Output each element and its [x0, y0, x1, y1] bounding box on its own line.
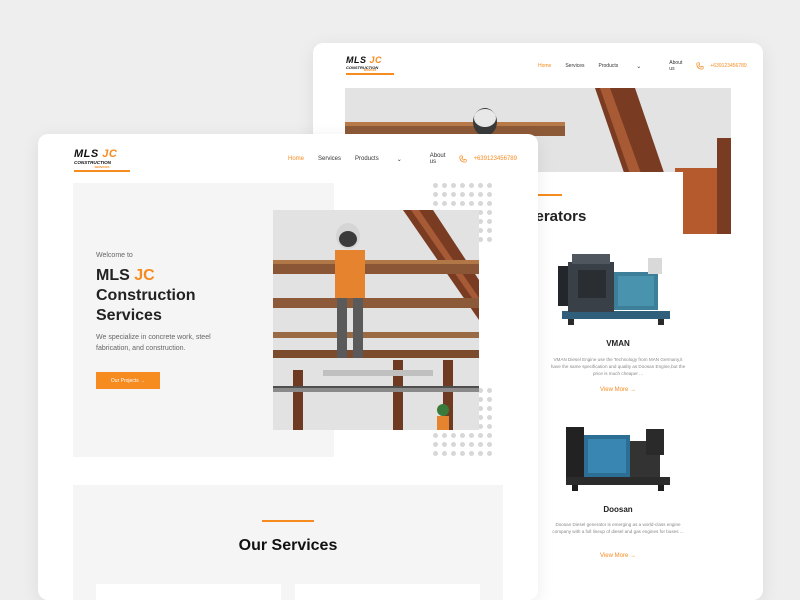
logo[interactable]: MLS JC CONSTRUCTION SERVICES — [346, 55, 394, 75]
hero-lead: We specialize in concrete work, steel fa… — [96, 334, 211, 352]
generator-doosan-image — [566, 427, 670, 491]
nav-home[interactable]: Home — [538, 63, 551, 69]
hero-title-line3: Services — [96, 307, 162, 324]
service-card[interactable] — [96, 584, 281, 600]
product-name: Doosan — [603, 505, 633, 514]
phone-number: +639123456789 — [473, 156, 517, 162]
view-more-link[interactable]: View More → — [533, 553, 703, 559]
nav-products[interactable]: Products ⌄ — [355, 156, 416, 163]
hero-title-main: MLS — [96, 267, 130, 284]
services-section: Our Services — [73, 485, 503, 600]
logo-text-accent: JC — [102, 148, 118, 161]
logo-text-accent: JC — [369, 54, 383, 65]
nav-products-label: Products — [598, 63, 619, 69]
product-name: VMAN — [606, 339, 630, 348]
chevron-down-icon: ⌄ — [396, 156, 402, 163]
home-page-preview: MLS JC CONSTRUCTION SERVICES Home Servic… — [38, 134, 538, 600]
product-description: VMAN Diesel Engine use the Technology fr… — [550, 357, 686, 377]
section-accent-line — [536, 194, 562, 196]
nav-services[interactable]: Services — [318, 156, 341, 162]
phone-number: +639123456789 — [710, 63, 747, 69]
our-projects-button[interactable]: Our Projects → — [96, 372, 160, 389]
nav-phone[interactable]: +639123456789 — [459, 155, 531, 163]
hero-image — [273, 210, 479, 430]
logo-text-line3: SERVICES — [363, 68, 377, 72]
logo-text-main: MLS — [74, 148, 99, 161]
hero-welcome: Welcome to — [96, 252, 133, 259]
nav-products-label: Products — [355, 156, 379, 162]
hero-title-accent: JC — [134, 267, 155, 284]
service-card[interactable] — [295, 584, 480, 600]
logo-text-main: MLS — [346, 54, 367, 65]
top-nav: Home Services Products ⌄ About us +639123… — [538, 60, 763, 72]
logo-text-line3: SERVICES — [94, 164, 110, 169]
nav-products[interactable]: Products ⌄ — [599, 63, 656, 70]
nav-services[interactable]: Services — [565, 63, 584, 69]
services-title: Our Services — [238, 537, 338, 554]
view-more-link[interactable]: View More → — [533, 387, 703, 393]
hero-title: MLS JC Construction Services — [96, 266, 196, 326]
phone-icon — [459, 155, 467, 163]
generator-vman-image — [558, 254, 670, 325]
section-accent-line — [262, 520, 314, 522]
top-nav: Home Services Products ⌄ About us +639123… — [288, 153, 538, 165]
chevron-down-icon: ⌄ — [636, 63, 642, 70]
nav-home[interactable]: Home — [288, 156, 304, 162]
nav-phone[interactable]: +639123456789 — [696, 62, 760, 70]
product-description: Doosan Diesel generator is emerging as a… — [552, 522, 684, 535]
phone-icon — [696, 62, 704, 70]
nav-about[interactable]: About us — [669, 60, 682, 72]
hero-title-line2: Construction — [96, 287, 196, 304]
nav-about[interactable]: About us — [430, 153, 446, 165]
products-panel: enerators — [518, 172, 683, 600]
logo[interactable]: MLS JC CONSTRUCTION SERVICES — [74, 148, 130, 172]
